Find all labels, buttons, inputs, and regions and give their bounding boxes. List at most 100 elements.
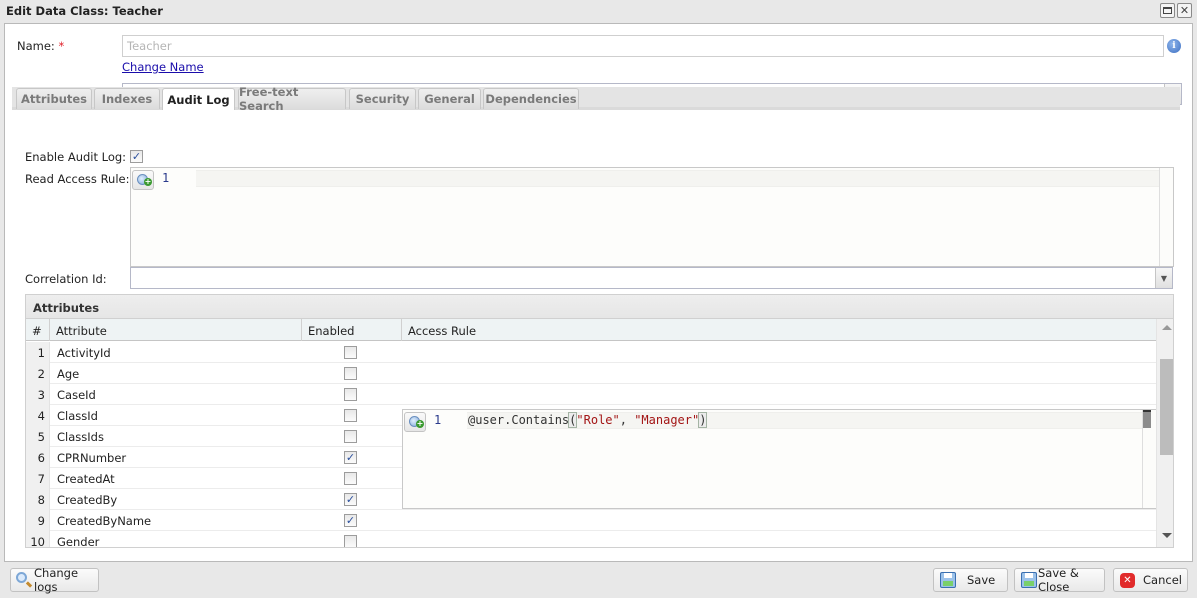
tab-audit-log[interactable]: Audit Log — [162, 88, 235, 110]
row-number: 2 — [26, 363, 50, 384]
check-icon: ✓ — [345, 514, 356, 527]
active-line — [196, 170, 1160, 187]
check-icon: ✓ — [345, 493, 356, 506]
table-row[interactable]: 9 CreatedByName ✓ — [26, 510, 1156, 531]
grid-header: # Attribute Enabled Access Rule — [26, 319, 1156, 341]
tab-general[interactable]: General — [418, 88, 481, 109]
enabled-checkbox[interactable] — [344, 409, 357, 422]
row-number: 1 — [26, 342, 50, 363]
scroll-up-icon[interactable] — [1162, 325, 1172, 330]
tab-dependencies[interactable]: Dependencies — [483, 88, 579, 109]
grid-scrollbar[interactable] — [1156, 319, 1173, 547]
plus-badge: + — [144, 177, 152, 186]
enabled-checkbox[interactable]: ✓ — [344, 493, 357, 506]
attribute-name: CreatedBy — [57, 493, 118, 507]
cancel-icon: ✕ — [1120, 573, 1135, 588]
scroll-thumb[interactable] — [1160, 359, 1173, 455]
attribute-name: CaseId — [57, 388, 96, 402]
window-titlebar: Edit Data Class: Teacher ✕ — [0, 0, 1197, 23]
row-number: 4 — [26, 405, 50, 426]
tab-security[interactable]: Security — [349, 88, 416, 109]
code-method: @user.Contains — [468, 413, 570, 427]
attribute-name: ClassIds — [57, 430, 104, 444]
attribute-name: ClassId — [57, 409, 98, 423]
attributes-grid: Attributes # Attribute Enabled Access Ru… — [25, 294, 1174, 548]
col-enabled[interactable]: Enabled — [302, 319, 402, 341]
attribute-name: ActivityId — [57, 346, 111, 360]
cancel-button[interactable]: ✕ Cancel — [1113, 568, 1188, 592]
expression-builder-button[interactable]: + — [404, 412, 426, 432]
check-icon: ✓ — [345, 451, 356, 464]
attribute-name: Age — [57, 367, 80, 381]
access-rule-code: @user.Contains("Role", "Manager") — [468, 412, 708, 428]
name-input[interactable]: Teacher — [122, 35, 1164, 57]
scroll-down-icon[interactable] — [1162, 533, 1172, 538]
editor-scrollbar[interactable] — [1142, 410, 1156, 508]
row-number: 7 — [26, 468, 50, 489]
col-access-rule[interactable]: Access Rule — [402, 319, 1156, 341]
change-logs-button[interactable]: Change logs — [10, 566, 99, 594]
row-number: 6 — [26, 447, 50, 468]
enable-audit-log-label: Enable Audit Log: — [25, 150, 127, 164]
save-close-button[interactable]: Save & Close — [1014, 566, 1105, 594]
required-marker: * — [58, 39, 65, 53]
enabled-checkbox[interactable] — [344, 346, 357, 359]
editor-scrollbar[interactable] — [1159, 168, 1173, 266]
correlation-id-combo[interactable]: ▼ — [130, 267, 1173, 289]
code-bracket: ) — [698, 412, 708, 428]
access-rule-editor[interactable]: + 1 @user.Contains("Role", "Manager") — [402, 409, 1157, 509]
table-row[interactable]: 3 CaseId — [26, 384, 1156, 405]
attribute-name: CPRNumber — [57, 451, 127, 465]
info-icon[interactable]: i — [1167, 39, 1181, 53]
code-separator: , — [619, 413, 635, 427]
name-label-text: Name: — [17, 39, 55, 53]
enabled-checkbox[interactable] — [344, 388, 357, 401]
enabled-checkbox[interactable] — [344, 472, 357, 485]
tab-free-text-search[interactable]: Free-text Search — [238, 85, 346, 113]
correlation-dropdown-trigger[interactable]: ▼ — [1155, 268, 1172, 288]
row-number: 5 — [26, 426, 50, 447]
close-button[interactable]: ✕ — [1177, 3, 1192, 18]
read-access-rule-label: Read Access Rule: — [25, 172, 130, 186]
cancel-label: Cancel — [1143, 573, 1182, 587]
tab-attributes[interactable]: Attributes — [16, 88, 92, 109]
line-number: 1 — [162, 171, 170, 185]
change-name-link[interactable]: Change Name — [122, 60, 204, 74]
maximize-button[interactable] — [1160, 3, 1175, 18]
enabled-checkbox[interactable]: ✓ — [344, 451, 357, 464]
table-row[interactable]: 10 Gender — [26, 531, 1156, 547]
enabled-checkbox[interactable] — [344, 535, 357, 547]
chevron-down-icon: ▼ — [1160, 273, 1168, 283]
floppy-disk-icon — [1021, 572, 1037, 588]
name-label: Name: * — [17, 39, 64, 53]
code-string: "Role" — [576, 413, 620, 427]
editor-scroll-thumb[interactable] — [1143, 410, 1151, 428]
attribute-name: CreatedByName — [57, 514, 152, 528]
read-access-rule-editor[interactable]: + 1 — [130, 167, 1174, 267]
code-string: "Manager" — [634, 413, 700, 427]
row-number: 9 — [26, 510, 50, 531]
col-number[interactable]: # — [26, 319, 50, 341]
check-icon: ✓ — [131, 150, 142, 163]
correlation-id-label: Correlation Id: — [25, 272, 107, 286]
save-button[interactable]: Save — [933, 568, 1008, 592]
tab-strip: Attributes Indexes Audit Log Free-text S… — [12, 85, 1180, 113]
attribute-name: CreatedAt — [57, 472, 115, 486]
row-number: 8 — [26, 489, 50, 510]
plus-badge: + — [416, 419, 424, 428]
tab-indexes[interactable]: Indexes — [94, 88, 160, 109]
col-attribute[interactable]: Attribute — [50, 319, 302, 341]
save-label: Save — [967, 573, 996, 587]
row-number: 10 — [26, 531, 50, 547]
grid-title: Attributes — [26, 295, 1173, 319]
enabled-checkbox[interactable]: ✓ — [344, 514, 357, 527]
enabled-checkbox[interactable] — [344, 430, 357, 443]
table-row[interactable]: 2 Age — [26, 363, 1156, 384]
table-row[interactable]: 1 ActivityId — [26, 342, 1156, 363]
enable-audit-log-checkbox[interactable]: ✓ — [130, 150, 143, 163]
row-number: 3 — [26, 384, 50, 405]
expression-builder-button[interactable]: + — [132, 170, 154, 190]
search-icon — [16, 572, 27, 583]
window-title: Edit Data Class: Teacher — [6, 4, 163, 18]
enabled-checkbox[interactable] — [344, 367, 357, 380]
